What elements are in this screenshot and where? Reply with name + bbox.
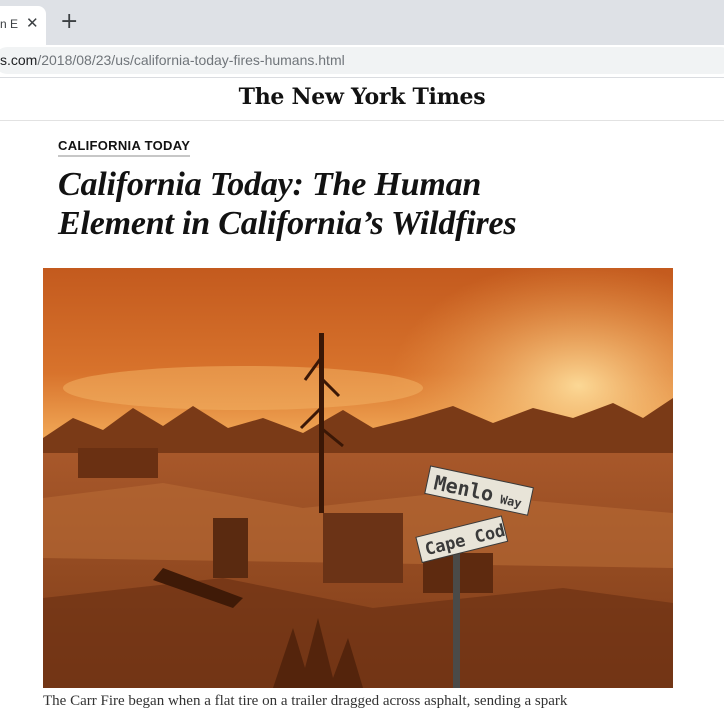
close-icon[interactable]: ✕ (26, 14, 39, 32)
article-photo: Menlo Way Cape Cod (43, 268, 673, 688)
url-path: /2018/08/23/us/california-today-fires-hu… (37, 52, 345, 68)
headline-line-2: Element in California’s Wildfires (58, 205, 517, 242)
browser-tab-strip: n E ✕ + (0, 0, 724, 45)
masthead: The New York Times (0, 78, 724, 121)
nyt-logo[interactable]: The New York Times (0, 84, 724, 110)
headline-line-1: California Today: The Human (58, 166, 482, 203)
url-host: s.com (0, 52, 38, 68)
section-kicker[interactable]: CALIFORNIA TODAY (58, 138, 191, 157)
browser-tab[interactable]: n E ✕ (0, 6, 46, 45)
tab-title: n E (0, 17, 19, 31)
url-text[interactable]: s.com/2018/08/23/us/california-today-fir… (0, 51, 345, 69)
article-headline: California Today: The Human Element in C… (58, 165, 678, 243)
photo-caption: The Carr Fire began when a flat tire on … (43, 693, 568, 709)
plus-icon[interactable]: + (60, 9, 78, 35)
